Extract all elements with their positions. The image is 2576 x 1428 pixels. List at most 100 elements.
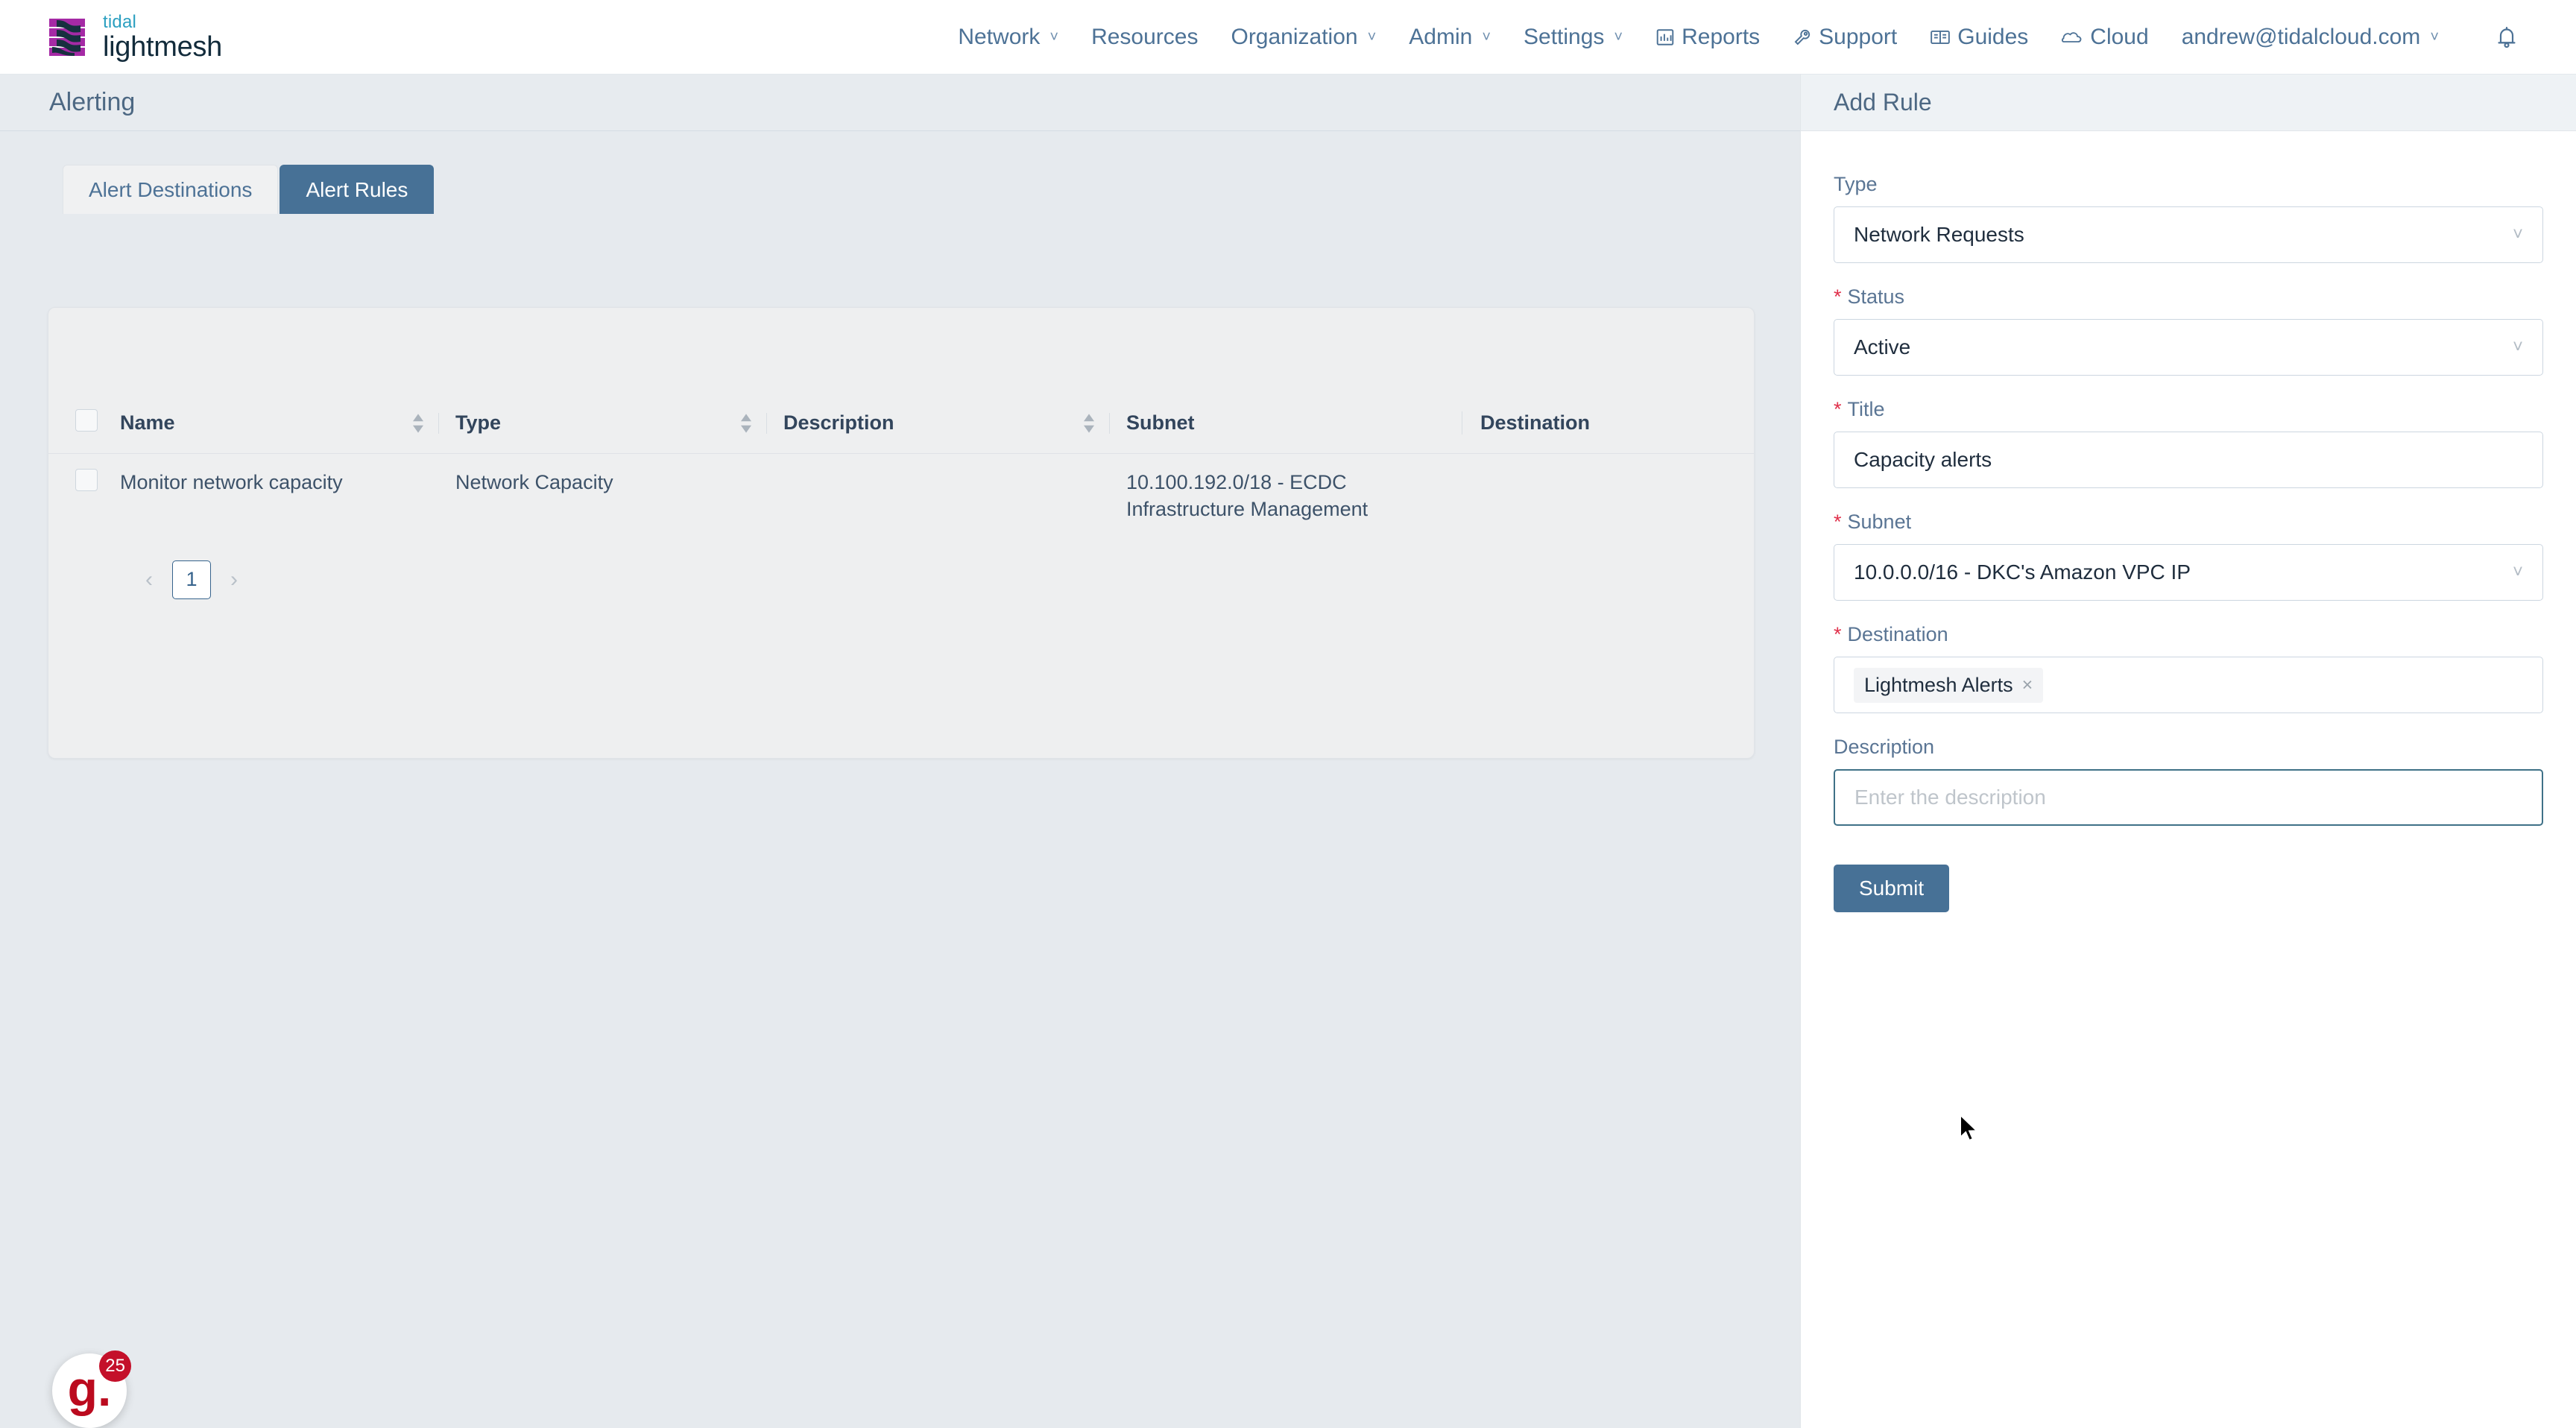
chevron-down-icon: ˅ <box>1614 28 1623 45</box>
nav-settings[interactable]: Settings ˅ <box>1507 0 1639 75</box>
chat-launcher-button[interactable]: g. 25 <box>52 1350 131 1428</box>
nav-resources[interactable]: Resources <box>1075 0 1214 75</box>
title-input[interactable]: Capacity alerts <box>1834 432 2543 488</box>
alert-rules-card: Name Type Description Subnet Destination… <box>48 307 1755 759</box>
nav-account[interactable]: andrew@tidalcloud.com ˅ <box>2165 0 2455 75</box>
field-title-label: Title <box>1847 398 1885 420</box>
nav-network-label: Network <box>958 24 1041 49</box>
nav-support[interactable]: Support <box>1776 0 1913 75</box>
required-asterisk: * <box>1834 398 1842 420</box>
field-type-label: Type <box>1834 173 1878 195</box>
sort-toggle-icon[interactable] <box>411 412 439 434</box>
field-subnet-label: Subnet <box>1847 511 1912 533</box>
table-row[interactable]: Monitor network capacity Network Capacit… <box>48 454 1754 544</box>
table-body: Monitor network capacity Network Capacit… <box>48 454 1754 544</box>
field-title: * Title Capacity alerts <box>1834 398 2543 488</box>
field-title-label-row: * Title <box>1834 398 2543 421</box>
chevron-down-icon: ˅ <box>2512 562 2523 582</box>
destination-multiselect[interactable]: Lightmesh Alerts × <box>1834 657 2543 713</box>
nav-reports-label: Reports <box>1682 24 1761 49</box>
nav-guides-label: Guides <box>1957 24 2029 49</box>
bar-chart-icon <box>1655 28 1675 47</box>
cell-name: Monitor network capacity <box>120 471 343 493</box>
type-select[interactable]: Network Requests ˅ <box>1834 206 2543 263</box>
field-description-label-row: Description <box>1834 736 2543 759</box>
wrench-icon <box>1793 28 1812 47</box>
status-select[interactable]: Active ˅ <box>1834 319 2543 376</box>
notifications-button[interactable] <box>2455 0 2533 75</box>
chevron-down-icon: ˅ <box>2512 224 2523 244</box>
close-icon[interactable]: × <box>2022 674 2033 696</box>
destination-tag[interactable]: Lightmesh Alerts × <box>1854 667 2044 703</box>
nav-admin-label: Admin <box>1409 24 1473 49</box>
column-subnet[interactable]: Subnet <box>1126 399 1462 454</box>
status-select-value: Active <box>1854 335 1911 358</box>
column-name[interactable]: Name <box>120 399 455 454</box>
chat-unread-badge: 25 <box>99 1350 131 1382</box>
select-all-column <box>48 399 120 454</box>
sort-toggle-icon[interactable] <box>739 412 767 434</box>
brand-logo[interactable]: tidal lightmesh <box>45 13 222 61</box>
required-asterisk: * <box>1834 623 1842 645</box>
chevron-down-icon: ˅ <box>1049 28 1059 45</box>
panel-title: Add Rule <box>1834 89 1932 116</box>
field-destination: * Destination Lightmesh Alerts × <box>1834 623 2543 713</box>
column-description[interactable]: Description <box>783 399 1126 454</box>
alert-rules-table: Name Type Description Subnet Destination… <box>48 399 1754 544</box>
field-destination-label: Destination <box>1847 623 1948 645</box>
nav-cloud-label: Cloud <box>2090 24 2149 49</box>
tab-alert-rules[interactable]: Alert Rules <box>280 165 435 214</box>
column-type-label: Type <box>455 411 502 434</box>
required-asterisk: * <box>1834 511 1842 533</box>
nav-resources-label: Resources <box>1091 24 1199 49</box>
submit-button[interactable]: Submit <box>1834 865 1950 912</box>
field-status-label-row: * Status <box>1834 285 2543 309</box>
nav-guides[interactable]: Guides <box>1913 0 2045 75</box>
brand-name-bottom: lightmesh <box>103 31 222 63</box>
required-asterisk: * <box>1834 285 1842 308</box>
chevron-down-icon: ˅ <box>1482 28 1491 45</box>
pagination-page-1[interactable]: 1 <box>172 560 211 599</box>
cell-type: Network Capacity <box>455 471 613 493</box>
add-rule-panel: Add Rule Type Network Requests ˅ * Statu… <box>1800 75 2576 1428</box>
nav-organization-label: Organization <box>1231 24 1358 49</box>
nav-reports[interactable]: Reports <box>1639 0 1776 75</box>
field-type-label-row: Type <box>1834 173 2543 196</box>
nav-organization[interactable]: Organization ˅ <box>1214 0 1392 75</box>
cell-description <box>783 454 1126 544</box>
book-icon <box>1930 28 1951 47</box>
nav-support-label: Support <box>1819 24 1898 49</box>
description-input[interactable]: Enter the description <box>1834 769 2543 826</box>
nav-cloud[interactable]: Cloud <box>2045 0 2165 75</box>
type-select-value: Network Requests <box>1854 223 2024 246</box>
column-description-label: Description <box>783 411 894 434</box>
field-status: * Status Active ˅ <box>1834 285 2543 376</box>
add-rule-form: Type Network Requests ˅ * Status Active … <box>1801 131 2576 912</box>
nav-admin[interactable]: Admin ˅ <box>1392 0 1507 75</box>
page-title: Alerting <box>49 88 136 116</box>
select-all-checkbox[interactable] <box>75 409 98 432</box>
row-checkbox[interactable] <box>75 469 98 491</box>
column-subnet-label: Subnet <box>1126 411 1195 434</box>
description-input-placeholder: Enter the description <box>1854 786 2046 809</box>
nav-items-group: Network ˅ Resources Organization ˅ Admin… <box>941 0 2576 75</box>
field-description-label: Description <box>1834 736 1935 758</box>
sort-toggle-icon[interactable] <box>1082 412 1110 434</box>
subnet-select[interactable]: 10.0.0.0/16 - DKC's Amazon VPC IP ˅ <box>1834 544 2543 601</box>
column-type[interactable]: Type <box>455 399 783 454</box>
chevron-down-icon: ˅ <box>2512 337 2523 357</box>
brand-name-top: tidal <box>103 11 137 32</box>
pagination: ‹ 1 › <box>48 544 1754 599</box>
bell-icon <box>2496 25 2518 49</box>
title-input-value: Capacity alerts <box>1854 448 1992 471</box>
nav-network[interactable]: Network ˅ <box>941 0 1075 75</box>
pagination-next-button[interactable]: › <box>226 567 242 593</box>
pagination-prev-button[interactable]: ‹ <box>141 567 157 593</box>
subnet-select-value: 10.0.0.0/16 - DKC's Amazon VPC IP <box>1854 560 2191 584</box>
destination-tag-label: Lightmesh Alerts <box>1864 673 2013 696</box>
tab-alert-destinations-label: Alert Destinations <box>89 177 253 201</box>
tab-alert-destinations[interactable]: Alert Destinations <box>63 165 279 214</box>
chevron-down-icon: ˅ <box>2430 28 2439 45</box>
column-destination: Destination <box>1462 399 1754 454</box>
mouse-cursor <box>1960 1113 1979 1142</box>
